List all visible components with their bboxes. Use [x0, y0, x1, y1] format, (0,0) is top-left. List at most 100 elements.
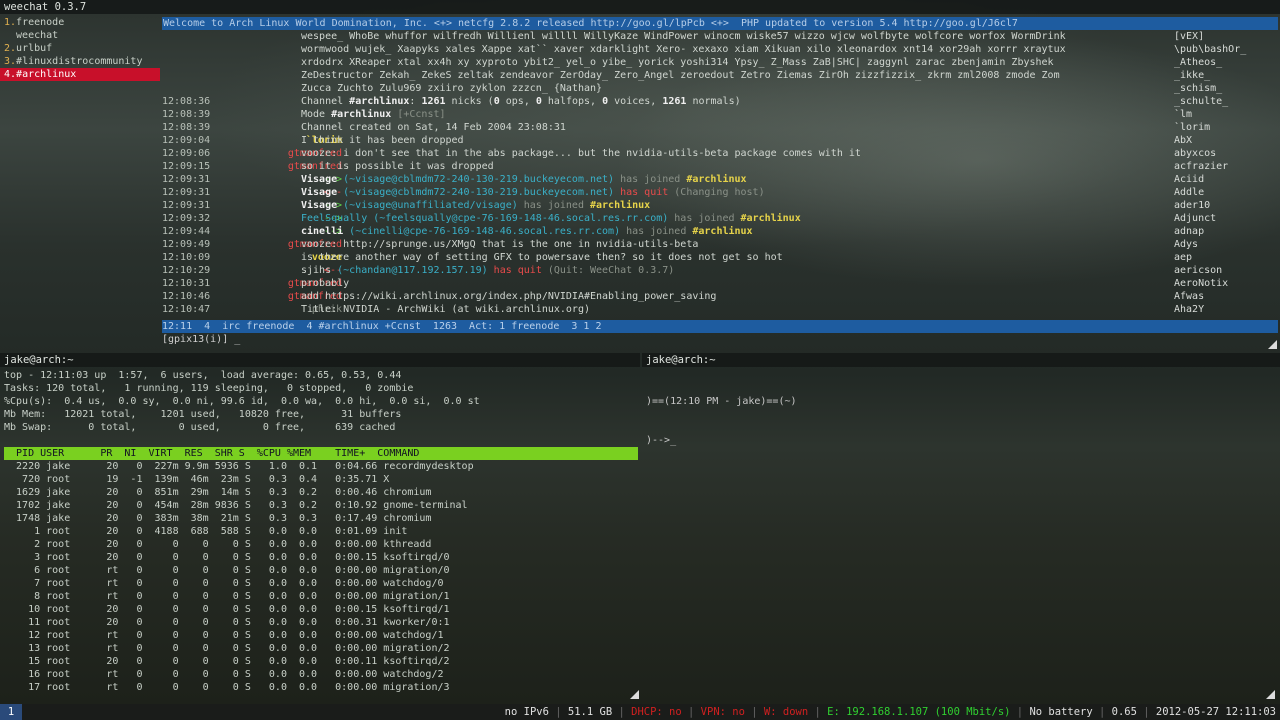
buffer-name: weechat: [4, 30, 59, 41]
top-summary-line: top - 12:11:03 up 1:57, 6 users, load av…: [4, 370, 402, 381]
message-part: is there another way of setting GFX to p…: [301, 252, 783, 263]
nick-list-item[interactable]: Aha2Y: [1168, 303, 1278, 316]
names-text: wespee_ WhoBe whuffor wilfredh Willienl …: [301, 31, 1066, 42]
wifi-status: W: down: [763, 706, 809, 718]
process-row: 15 root 20 0 0 0 0 S 0.0 0.0 0:00.11 kso…: [4, 656, 450, 667]
timestamp: 12:09:06: [162, 148, 211, 159]
chat-line: 12:08:39 -- Mode #archlinux [+Ccnst]: [162, 108, 1162, 121]
i3-status-bar: 1 no IPv6 | 51.1 GB | DHCP: no | VPN: no…: [0, 704, 1280, 720]
message: so it is possible it was dropped: [301, 160, 494, 173]
status-bar: 12:11 4 irc freenode 4 #archlinux +Ccnst…: [162, 320, 1278, 333]
prompt-cursor[interactable]: )-->_: [646, 434, 1276, 447]
nick-list-item[interactable]: _ikke_: [1168, 69, 1278, 82]
buffer-item[interactable]: weechat: [0, 29, 160, 42]
timestamp: 12:09:31: [162, 174, 211, 185]
message: add https://wiki.archlinux.org/index.php…: [301, 290, 716, 303]
process-row: 6 root rt 0 0 0 0 S 0.0 0.0 0:00.00 migr…: [4, 565, 450, 576]
chat-line: 12:10:09 vooze is there another way of set…: [162, 251, 1162, 264]
term-right-title[interactable]: jake@arch:~: [642, 353, 1280, 367]
term-left-title[interactable]: jake@arch:~: [0, 353, 640, 367]
process-row: 17 root rt 0 0 0 0 S 0.0 0.0 0:00.00 mig…: [4, 682, 450, 693]
resize-handle-icon[interactable]: [630, 690, 640, 700]
nick-list-item[interactable]: AeroNotix: [1168, 277, 1278, 290]
buffer-item[interactable]: 2.urlbuf: [0, 42, 160, 55]
message-part: has joined: [668, 213, 741, 224]
buffer-item[interactable]: 3.#linuxdistrocommunity: [0, 55, 160, 68]
message: FeelSqually (~feelsqually@cpe-76-169-148…: [301, 212, 801, 225]
process-row: 7 root rt 0 0 0 0 S 0.0 0.0 0:00.00 watc…: [4, 578, 444, 589]
nick-list-item[interactable]: aep: [1168, 251, 1278, 264]
message-part: #archlinux: [349, 96, 410, 107]
message-part: has joined: [517, 200, 590, 211]
names-text: xrdodrx XReaper xtal xx4h xy xyproto ybi…: [301, 57, 1054, 68]
nick-list-item[interactable]: abyxcos: [1168, 147, 1278, 160]
timestamp: 12:10:09: [162, 252, 211, 263]
nick-list-item[interactable]: AbX: [1168, 134, 1278, 147]
message-part: FeelSqually (~feelsqually@cpe-76-169-148…: [301, 213, 669, 224]
message: vooze: http://sprunge.us/XMgQ that is th…: [301, 238, 698, 251]
workspace-button[interactable]: 1: [0, 704, 22, 720]
nick-list: [vEX] \pub\bashOr_ _Atheos_ _ikke_ _schism_ _…: [1168, 30, 1278, 320]
message-part: halfops,: [541, 96, 603, 107]
weechat-window-title[interactable]: weechat 0.3.7: [0, 0, 1280, 14]
process-row: 11 root 20 0 0 0 0 S 0.0 0.0 0:00.31 kwo…: [4, 617, 450, 628]
names-line: wespee_ WhoBe whuffor wilfredh Willienl …: [162, 30, 1162, 43]
names-text: wormwood wujek_ Xaapyks xales Xappe xat`…: [301, 44, 1066, 55]
timestamp: 12:10:29: [162, 265, 211, 276]
nick-list-item[interactable]: _schism_: [1168, 82, 1278, 95]
nick-list-item[interactable]: Adys: [1168, 238, 1278, 251]
names-text: Zucca Zuchto Zulu969 zxiiro zyklon zzzcn…: [301, 83, 603, 94]
nick-list-item[interactable]: Adjunct: [1168, 212, 1278, 225]
nick-list-item[interactable]: acfrazier: [1168, 160, 1278, 173]
message-part: (~visage@cblmdm72-240-130-219.buckeyecom…: [337, 187, 615, 198]
message: cinelli (~cinelli@cpe-76-169-148-46.soca…: [301, 225, 753, 238]
message: I think it has been dropped: [301, 134, 464, 147]
chat-line: 12:10:29 <-- sjihs (~chandan@117.192.157.1…: [162, 264, 1162, 277]
message: is there another way of setting GFX to p…: [301, 251, 783, 264]
nick-list-item[interactable]: adnap: [1168, 225, 1278, 238]
nick-list-item[interactable]: _schulte_: [1168, 95, 1278, 108]
top-summary-line: %Cpu(s): 0.4 us, 0.0 sy, 0.0 ni, 99.6 id…: [4, 396, 480, 407]
status-text: 12:11 4 irc freenode 4 #archlinux +Ccnst…: [162, 321, 602, 332]
disk-status: 51.1 GB: [567, 706, 613, 718]
nick-list-item[interactable]: ader10: [1168, 199, 1278, 212]
message-part: vooze: i don't see that in the abs packa…: [301, 148, 861, 159]
message: probably: [301, 277, 349, 290]
buffer-name: #archlinux: [16, 69, 77, 80]
process-row: 13 root rt 0 0 0 0 S 0.0 0.0 0:00.00 mig…: [4, 643, 450, 654]
message-part: Visage: [301, 200, 338, 211]
top-blank: [4, 434, 638, 447]
process-row: 12 root rt 0 0 0 0 S 0.0 0.0 0:00.00 wat…: [4, 630, 444, 641]
nick-list-item[interactable]: [vEX]: [1168, 30, 1278, 43]
buffer-name: #linuxdistrocommunity: [16, 56, 143, 67]
names-line: ZeDestructor Zekah_ ZekeS zeltak zendeav…: [162, 69, 1162, 82]
nick-list-item[interactable]: Aciid: [1168, 173, 1278, 186]
process-row: 2 root 20 0 0 0 0 S 0.0 0.0 0:00.00 kthr…: [4, 539, 432, 550]
ipv6-status: no IPv6: [504, 706, 549, 718]
message-part: :: [409, 96, 422, 107]
nick-list-item[interactable]: Addle: [1168, 186, 1278, 199]
buffer-item[interactable]: 4.#archlinux: [0, 68, 160, 81]
process-row: 1702 jake 20 0 454m 28m 9836 S 0.3 0.2 0…: [4, 500, 468, 511]
term-right-content: )==(12:10 PM - jake)==(~) )-->_: [646, 369, 1276, 460]
message: Channel created on Sat, 14 Feb 2004 23:0…: [301, 121, 566, 134]
message-part: #archlinux: [590, 200, 651, 211]
chat-line: 12:09:31 <-- Visage (~visage@cblmdm72-240-…: [162, 186, 1162, 199]
nick-list-item[interactable]: `lorim: [1168, 121, 1278, 134]
input-line[interactable]: [gpix13(i)] _: [162, 333, 762, 346]
nick-list-item[interactable]: aericson: [1168, 264, 1278, 277]
buffer-item[interactable]: 1.freenode: [0, 16, 160, 29]
nick-list-item[interactable]: `lm: [1168, 108, 1278, 121]
nick-list-item[interactable]: _Atheos_: [1168, 56, 1278, 69]
chat-line: 12:10:47 phrik Title: NVIDIA - ArchWiki (a…: [162, 303, 1162, 316]
message-part: so it is possible it was dropped: [301, 161, 494, 172]
nick-list-item[interactable]: Afwas: [1168, 290, 1278, 303]
nick-list-item[interactable]: \pub\bashOr_: [1168, 43, 1278, 56]
message-part: 1261: [421, 96, 446, 107]
resize-handle-icon[interactable]: [1268, 340, 1278, 350]
chat-line: 12:09:32 --> FeelSqually (~feelsqually@cpe…: [162, 212, 1162, 225]
message-part: 1261: [662, 96, 687, 107]
resize-handle-icon[interactable]: [1266, 690, 1276, 700]
battery-status: No battery: [1029, 706, 1093, 718]
timestamp: 12:09:15: [162, 161, 211, 172]
